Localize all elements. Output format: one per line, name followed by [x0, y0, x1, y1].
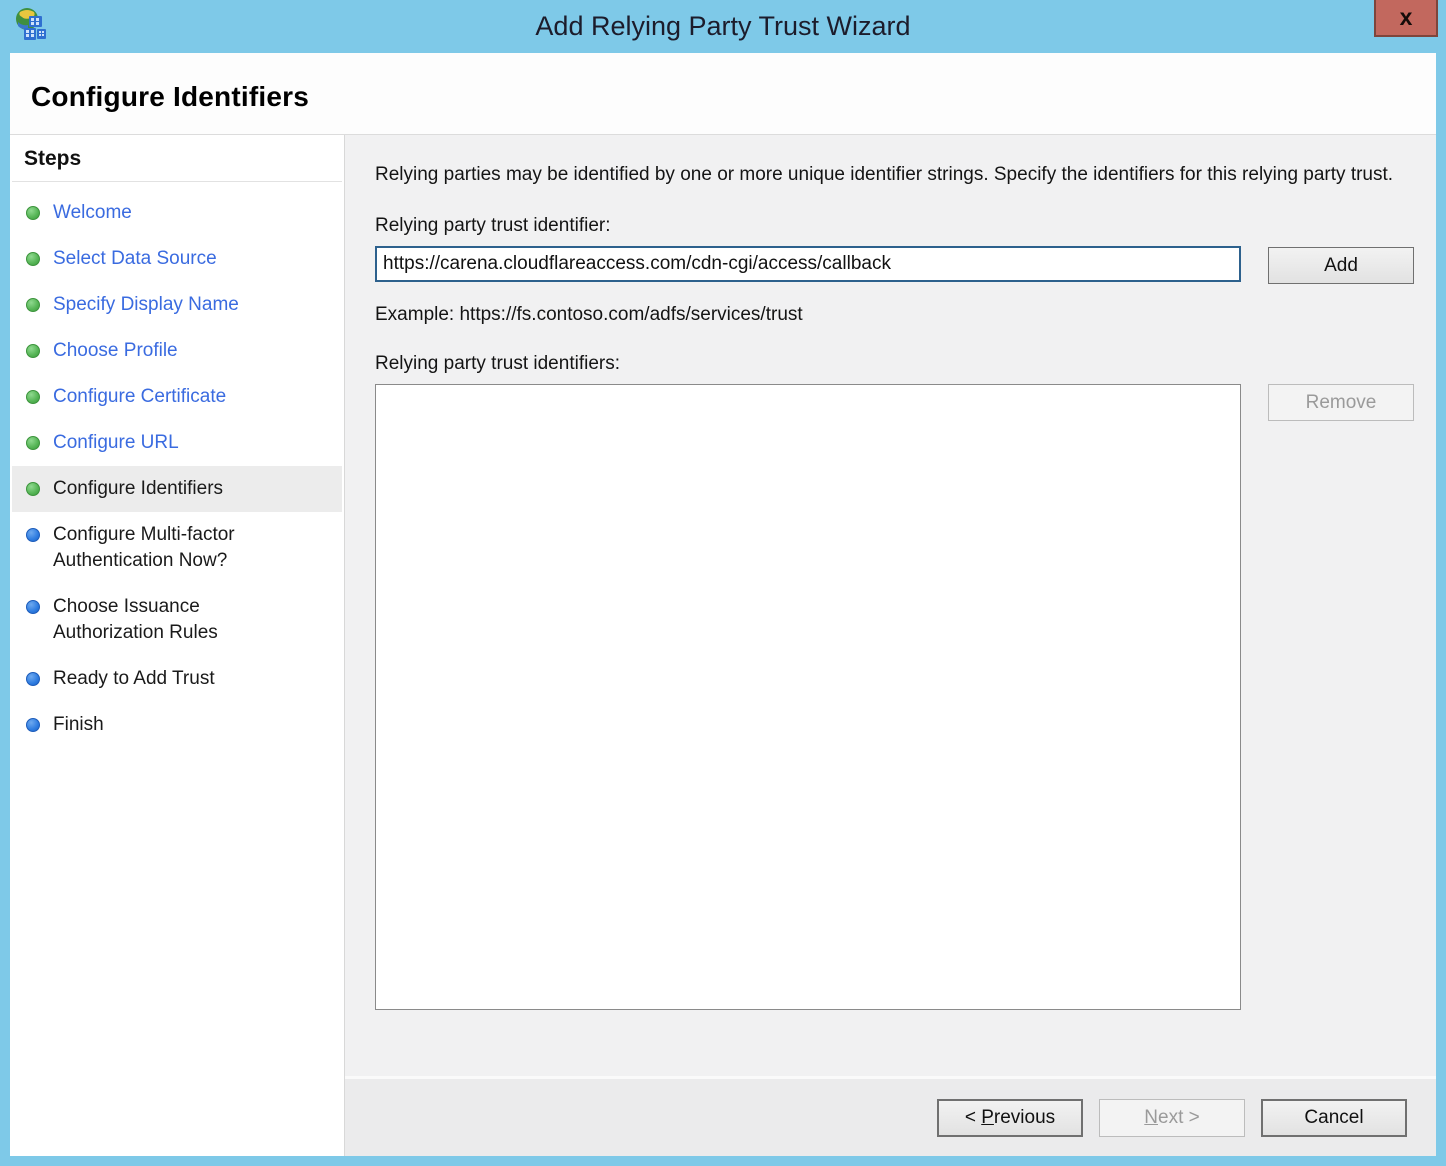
step-item[interactable]: Select Data Source [12, 236, 342, 282]
identifier-input-label: Relying party trust identifier: [375, 215, 1414, 237]
step-label: Select Data Source [53, 246, 217, 272]
step-label: Specify Display Name [53, 292, 239, 318]
step-label: Choose Profile [53, 338, 178, 364]
step-bullet-icon [26, 390, 40, 404]
step-label: Choose Issuance Authorization Rules [53, 594, 288, 646]
step-bullet-icon [26, 344, 40, 358]
step-label: Configure URL [53, 430, 179, 456]
window-title: Add Relying Party Trust Wizard [10, 11, 1436, 42]
step-bullet-icon [26, 206, 40, 220]
example-text: Example: https://fs.contoso.com/adfs/ser… [375, 304, 1414, 326]
step-label: Ready to Add Trust [53, 666, 215, 692]
steps-list: Welcome Select Data Source Specify Displ… [10, 186, 344, 752]
step-item: Configure Multi-factor Authentication No… [12, 512, 342, 584]
steps-sidebar: Steps Welcome Select Data Source Specify… [10, 135, 345, 1156]
previous-button[interactable]: < Previous [937, 1099, 1083, 1137]
step-bullet-icon [26, 600, 40, 614]
step-item[interactable]: Welcome [12, 190, 342, 236]
step-label: Configure Identifiers [53, 476, 223, 502]
step-item: Ready to Add Trust [12, 656, 342, 702]
step-item[interactable]: Configure Identifiers [12, 466, 342, 512]
next-label: Next > [1144, 1107, 1199, 1129]
footer-bar: < Previous Next > Cancel [345, 1076, 1436, 1156]
step-item: Finish [12, 702, 342, 748]
add-button[interactable]: Add [1268, 247, 1414, 284]
cancel-button[interactable]: Cancel [1261, 1099, 1407, 1137]
step-label: Welcome [53, 200, 132, 226]
step-item[interactable]: Specify Display Name [12, 282, 342, 328]
step-label: Configure Certificate [53, 384, 226, 410]
titlebar[interactable]: Add Relying Party Trust Wizard x [10, 0, 1436, 53]
step-item[interactable]: Configure URL [12, 420, 342, 466]
page-header: Configure Identifiers [10, 53, 1436, 135]
page-title: Configure Identifiers [31, 81, 309, 113]
step-bullet-icon [26, 672, 40, 686]
previous-label: < Previous [965, 1107, 1055, 1129]
identifiers-list-label: Relying party trust identifiers: [375, 353, 1414, 375]
steps-heading: Steps [12, 135, 342, 182]
relying-party-identifiers-listbox[interactable] [375, 384, 1241, 1010]
remove-button[interactable]: Remove [1268, 384, 1414, 421]
wizard-window: Add Relying Party Trust Wizard x Configu… [0, 0, 1446, 1166]
step-bullet-icon [26, 528, 40, 542]
step-bullet-icon [26, 718, 40, 732]
step-bullet-icon [26, 298, 40, 312]
step-bullet-icon [26, 436, 40, 450]
main-panel: Relying parties may be identified by one… [345, 135, 1436, 1076]
next-button[interactable]: Next > [1099, 1099, 1245, 1137]
step-label: Finish [53, 712, 104, 738]
close-button[interactable]: x [1374, 0, 1438, 37]
step-bullet-icon [26, 482, 40, 496]
step-item[interactable]: Configure Certificate [12, 374, 342, 420]
intro-text: Relying parties may be identified by one… [375, 161, 1397, 188]
step-label: Configure Multi-factor Authentication No… [53, 522, 288, 574]
wizard-content: Configure Identifiers Steps Welcome Sele… [10, 53, 1436, 1156]
relying-party-identifier-input[interactable] [375, 246, 1241, 282]
step-item[interactable]: Choose Profile [12, 328, 342, 374]
step-item: Choose Issuance Authorization Rules [12, 584, 342, 656]
step-bullet-icon [26, 252, 40, 266]
